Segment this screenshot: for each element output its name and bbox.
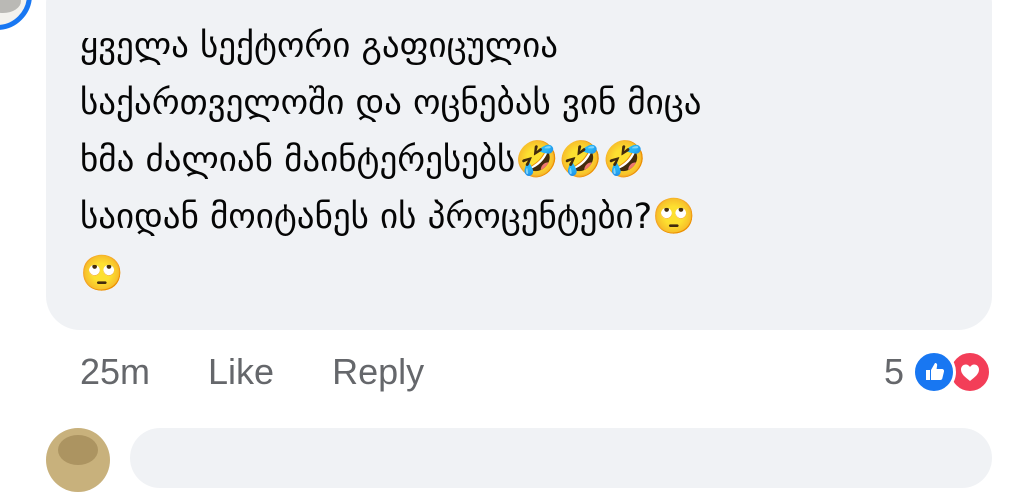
reply-author-avatar[interactable]: [46, 428, 110, 492]
comment-actions: 25m Like Reply: [80, 348, 424, 396]
reaction-count[interactable]: 5: [884, 351, 904, 393]
like-reaction-icon: [912, 350, 956, 394]
commenter-avatar[interactable]: [0, 0, 32, 30]
comment-timestamp[interactable]: 25m: [80, 351, 150, 393]
like-button[interactable]: Like: [208, 351, 274, 393]
reply-comment-bubble: [130, 428, 992, 488]
reply-button[interactable]: Reply: [332, 351, 424, 393]
comment-text: ყველა სექტორი გაფიცულია საქართველოში და …: [80, 26, 702, 294]
reaction-summary[interactable]: 5: [884, 348, 992, 396]
